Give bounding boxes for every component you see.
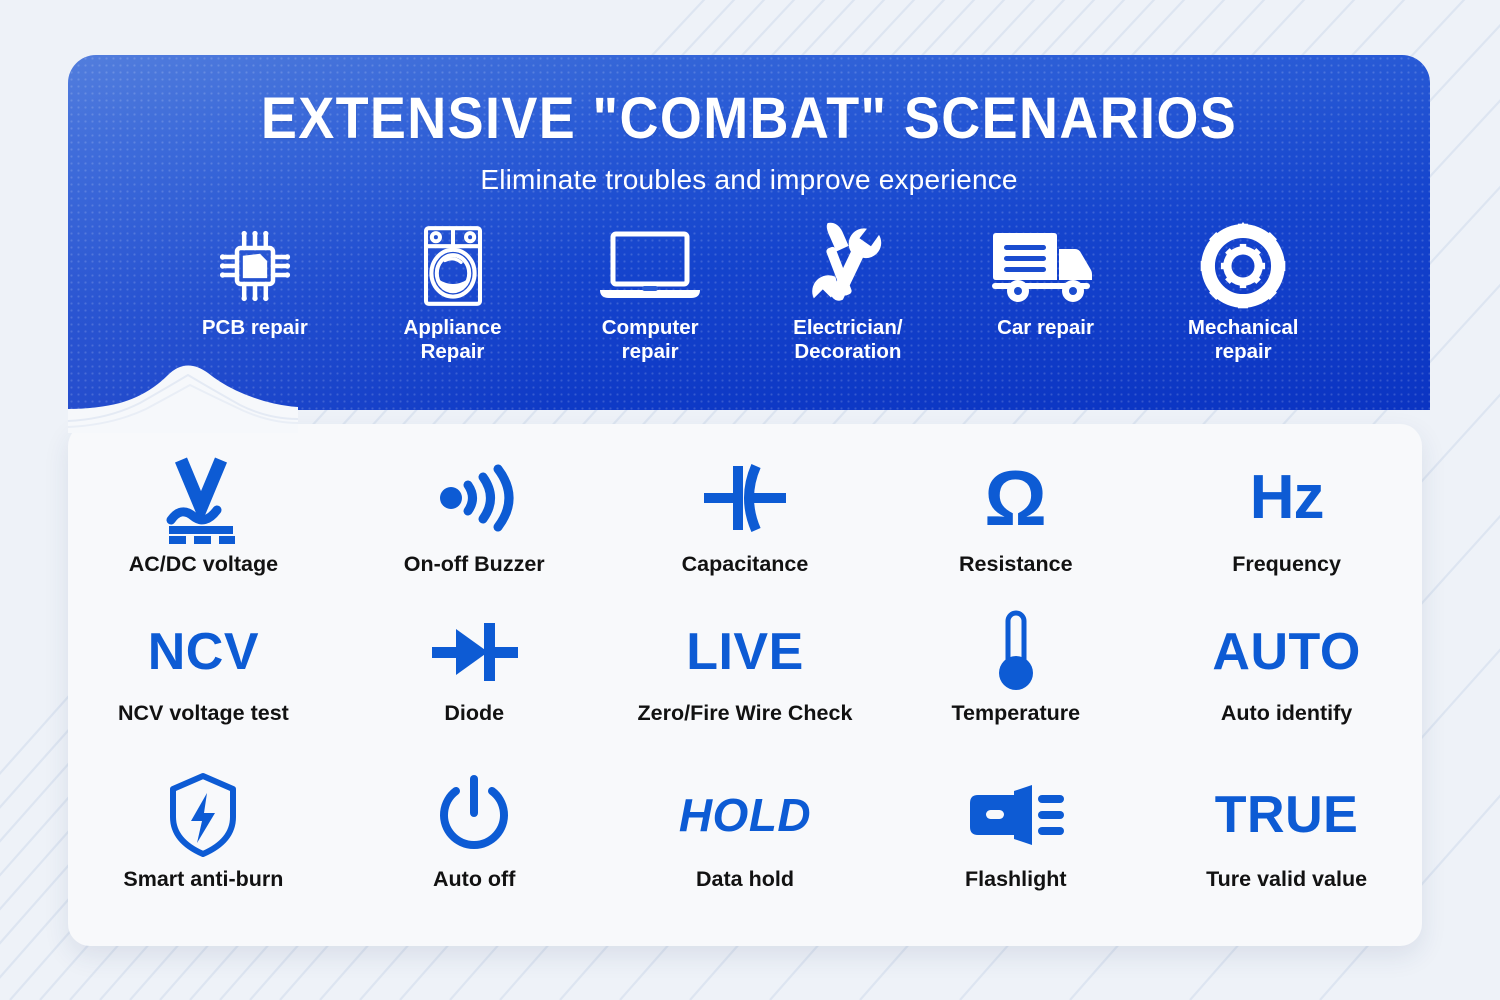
pcb-chip-icon [207,220,303,312]
feature-item-diode[interactable]: Diode [339,609,610,768]
feature-item-auto-identify[interactable]: AUTO Auto identify [1151,609,1422,768]
feature-item-frequency[interactable]: Hz Frequency [1151,450,1422,609]
buzzer-icon [429,450,519,546]
feature-row: NCV NCV voltage test Diode LIVE Zero/Fir… [68,609,1422,768]
scenario-label: Mechanical repair [1187,316,1299,363]
feature-item-ac-dc-voltage[interactable]: AC/DC voltage [68,450,339,609]
thermometer-icon [990,609,1042,695]
feature-grid: AC/DC voltage On-off Buzzer Capacitance … [68,424,1422,946]
feature-item-resistance[interactable]: Ω Resistance [880,450,1151,609]
infographic-page: EXTENSIVE "COMBAT" SCENARIOS Eliminate t… [0,0,1500,1000]
shield-bolt-icon [167,769,239,861]
gear-icon [1195,220,1291,312]
feature-row: AC/DC voltage On-off Buzzer Capacitance … [68,450,1422,609]
feature-label: NCV voltage test [117,701,289,726]
scenario-item-appliance-repair[interactable]: Appliance Repair [354,220,552,363]
feature-item-data-hold[interactable]: HOLD Data hold [610,769,881,928]
scenario-item-car-repair[interactable]: Car repair [947,220,1145,363]
scenario-item-electrician-decoration[interactable]: Electrician/ Decoration [749,220,947,363]
scenario-label: Computer repair [601,316,699,363]
laptop-icon [595,220,705,312]
feature-label: Capacitance [681,552,809,576]
ohm-icon: Ω [984,453,1048,542]
hammer-wrench-icon [798,220,898,312]
feature-label: Temperature [951,701,1081,726]
feature-item-capacitance[interactable]: Capacitance [610,450,881,609]
feature-item-zero-fire-wire-check[interactable]: LIVE Zero/Fire Wire Check [610,609,881,768]
flashlight-icon [964,769,1068,861]
feature-label: Ture valid value [1206,866,1368,891]
scenario-row: PCB repair Appliance Repair Computer rep… [68,220,1430,363]
ac-dc-voltage-icon [153,450,253,546]
scenario-item-pcb-repair[interactable]: PCB repair [156,220,354,363]
feature-label: On-off Buzzer [403,552,545,576]
scenario-label: Appliance Repair [403,316,502,363]
feature-item-temperature[interactable]: Temperature [880,609,1151,768]
delivery-truck-icon [990,220,1102,312]
feature-item-true-valid-value[interactable]: TRUE Ture valid value [1151,769,1422,928]
feature-item-auto-off[interactable]: Auto off [339,769,610,928]
feature-label: AC/DC voltage [128,552,279,576]
power-icon [432,769,516,861]
live-icon: LIVE [686,623,804,682]
page-subtitle: Eliminate troubles and improve experienc… [480,164,1018,195]
feature-label: Data hold [696,866,794,891]
feature-row: Smart anti-burn Auto off HOLD Data hold … [68,769,1422,928]
scenario-label: PCB repair [201,316,308,339]
page-title: EXTENSIVE "COMBAT" SCENARIOS [260,86,1238,151]
auto-icon: AUTO [1212,623,1361,682]
scenario-label: Car repair [997,316,1094,339]
diode-icon [426,609,522,695]
ncv-icon: NCV [147,623,260,682]
hold-icon: HOLD [678,788,812,841]
feature-label: Diode [444,701,505,726]
washing-machine-icon [413,220,493,312]
feature-card: AC/DC voltage On-off Buzzer Capacitance … [68,424,1422,946]
hz-icon: Hz [1249,463,1325,532]
feature-item-ncv-voltage-test[interactable]: NCV NCV voltage test [68,609,339,768]
feature-label: Auto off [433,866,516,891]
feature-item-smart-anti-burn[interactable]: Smart anti-burn [68,769,339,928]
capacitor-icon [698,450,792,546]
feature-label: Flashlight [965,866,1067,891]
feature-label: Smart anti-burn [123,866,284,891]
feature-item-on-off-buzzer[interactable]: On-off Buzzer [339,450,610,609]
scenario-label: Electrician/ Decoration [793,316,903,363]
true-icon: TRUE [1214,785,1359,844]
feature-label: Frequency [1232,552,1341,576]
header-panel: EXTENSIVE "COMBAT" SCENARIOS Eliminate t… [68,55,1430,410]
feature-label: Auto identify [1220,701,1353,726]
feature-label: Resistance [959,552,1073,576]
scenario-item-computer-repair[interactable]: Computer repair [551,220,749,363]
scenario-item-mechanical-repair[interactable]: Mechanical repair [1144,220,1342,363]
feature-item-flashlight[interactable]: Flashlight [880,769,1151,928]
feature-label: Zero/Fire Wire Check [637,701,853,726]
